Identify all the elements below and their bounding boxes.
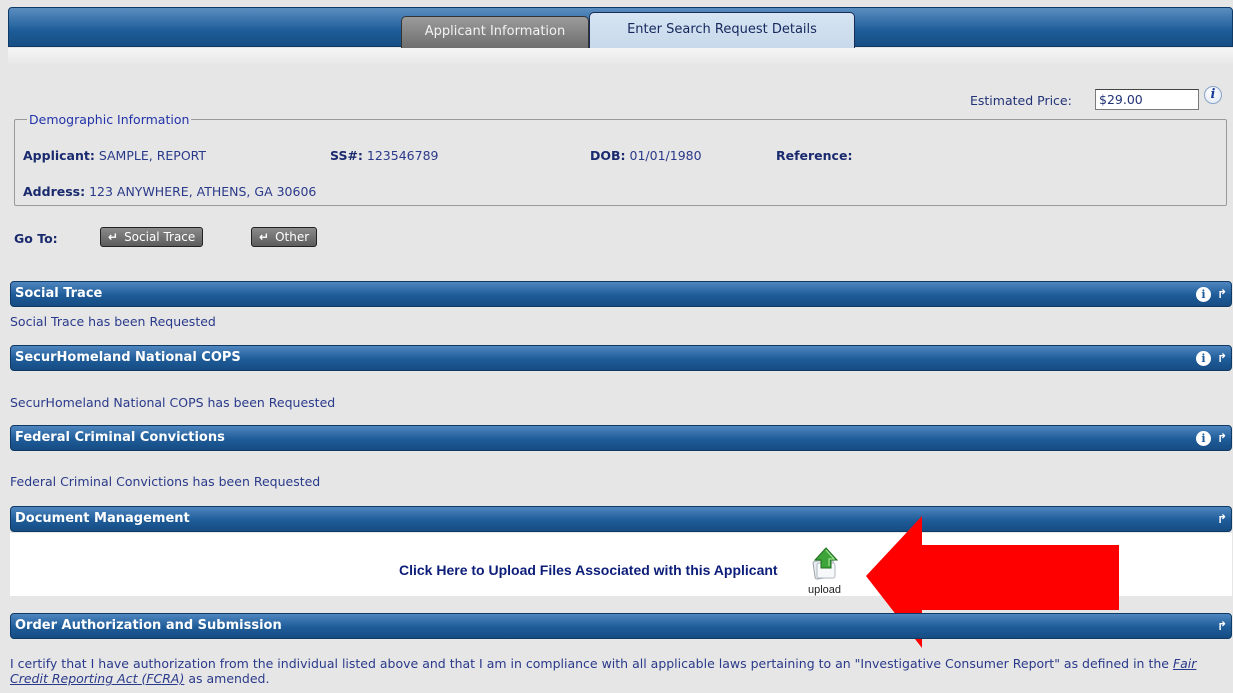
return-arrow-icon: ↵: [259, 230, 270, 244]
estimated-price-label: Estimated Price:: [970, 93, 1072, 108]
toolbar-strip: [8, 48, 1233, 65]
section-status-federal-criminal: Federal Criminal Convictions has been Re…: [10, 474, 321, 489]
ss-field: SS#: 123546789: [330, 148, 438, 163]
collapse-arrow-icon[interactable]: ↱: [1217, 614, 1227, 638]
info-icon[interactable]: i: [1204, 86, 1222, 104]
applicant-label: Applicant:: [23, 148, 95, 163]
top-tab-bar: Applicant Information Enter Search Reque…: [8, 7, 1233, 48]
return-arrow-icon: ↵: [108, 230, 119, 244]
goto-other-button[interactable]: ↵ Other: [251, 227, 318, 247]
ss-label: SS#:: [330, 148, 363, 163]
info-icon[interactable]: i: [1195, 286, 1211, 302]
section-title: Social Trace: [15, 286, 103, 301]
address-label: Address:: [23, 184, 86, 199]
dob-label: DOB:: [590, 148, 626, 163]
section-header-social-trace[interactable]: Social Trace i ↱: [10, 281, 1232, 307]
dob-value: 01/01/1980: [629, 148, 702, 163]
upload-icon[interactable]: [810, 546, 840, 580]
section-title: SecurHomeland National COPS: [15, 350, 241, 365]
upload-caption: upload: [808, 584, 842, 596]
section-title: Document Management: [15, 511, 190, 526]
reference-label: Reference:: [776, 148, 853, 163]
certification-text-before: I certify that I have authorization from…: [10, 656, 1173, 671]
certification-text-after: as amended.: [184, 671, 270, 686]
section-header-order-authorization[interactable]: Order Authorization and Submission ↱: [10, 613, 1232, 639]
tab-enter-search-request-details[interactable]: Enter Search Request Details: [589, 12, 855, 48]
section-status-social-trace: Social Trace has been Requested: [10, 314, 216, 329]
goto-social-trace-button[interactable]: ↵ Social Trace: [100, 227, 204, 247]
demographic-legend: Demographic Information: [29, 112, 190, 127]
applicant-value: SAMPLE, REPORT: [98, 148, 207, 163]
info-icon[interactable]: i: [1195, 430, 1211, 446]
goto-social-trace-label: Social Trace: [124, 230, 196, 244]
section-title: Order Authorization and Submission: [15, 618, 282, 633]
section-header-securhomeland-national-cops[interactable]: SecurHomeland National COPS i ↱: [10, 345, 1232, 371]
collapse-arrow-icon[interactable]: ↱: [1217, 507, 1227, 531]
goto-label: Go To:: [14, 231, 58, 246]
upload-files-link[interactable]: Click Here to Upload Files Associated wi…: [399, 562, 778, 578]
collapse-arrow-icon[interactable]: ↱: [1217, 426, 1227, 450]
goto-other-label: Other: [275, 230, 310, 244]
section-title: Federal Criminal Convictions: [15, 430, 225, 445]
reference-field: Reference:: [776, 148, 852, 163]
section-header-federal-criminal-convictions[interactable]: Federal Criminal Convictions i ↱: [10, 425, 1232, 451]
address-field: Address: 123 ANYWHERE, ATHENS, GA 30606: [23, 184, 316, 199]
applicant-field: Applicant: SAMPLE, REPORT: [23, 148, 206, 163]
collapse-arrow-icon[interactable]: ↱: [1217, 282, 1227, 306]
tab-applicant-information[interactable]: Applicant Information: [401, 16, 589, 48]
certification-text: I certify that I have authorization from…: [10, 656, 1225, 686]
info-icon[interactable]: i: [1195, 350, 1211, 366]
dob-field: DOB: 01/01/1980: [590, 148, 702, 163]
collapse-arrow-icon[interactable]: ↱: [1217, 346, 1227, 370]
estimated-price-input[interactable]: [1095, 89, 1199, 110]
address-value: 123 ANYWHERE, ATHENS, GA 30606: [89, 184, 317, 199]
ss-value: 123546789: [366, 148, 439, 163]
section-status-securhomeland: SecurHomeland National COPS has been Req…: [10, 395, 336, 410]
